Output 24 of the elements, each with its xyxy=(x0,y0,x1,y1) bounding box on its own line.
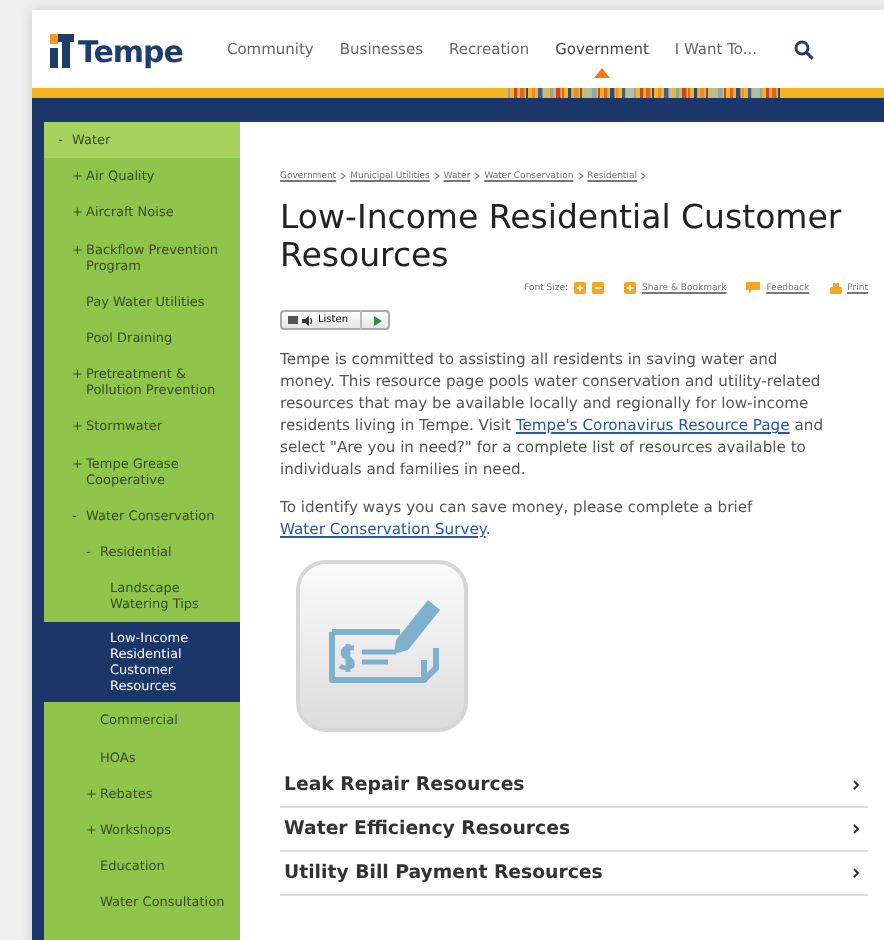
pointer-icon xyxy=(594,68,610,78)
chevron-icon xyxy=(340,172,347,180)
share-icon[interactable] xyxy=(624,282,637,294)
accordion-header[interactable]: Leak Repair Resources xyxy=(280,764,868,808)
chevron-icon xyxy=(577,172,584,180)
printer-icon xyxy=(829,282,842,294)
chevron-icon xyxy=(852,868,860,878)
toggle-icon xyxy=(288,316,298,324)
speech-bubble-icon xyxy=(746,282,761,294)
chevron-icon xyxy=(640,172,647,180)
chevron-icon xyxy=(852,824,860,834)
chevron-icon xyxy=(433,172,440,180)
minus-icon[interactable] xyxy=(592,282,605,294)
play-icon xyxy=(374,315,382,325)
logo-icon xyxy=(48,31,76,67)
chevron-icon xyxy=(852,780,860,790)
speaker-icon xyxy=(302,315,314,325)
search-icon[interactable] xyxy=(793,39,814,59)
accordion-header[interactable]: Water Efficiency Resources xyxy=(280,808,868,852)
logo-text: Tempe xyxy=(78,37,183,67)
page-title: Low-Income Residential Customer Resources xyxy=(280,198,844,274)
plus-icon[interactable] xyxy=(574,282,587,294)
accordion-header[interactable]: Utility Bill Payment Resources xyxy=(280,852,868,896)
chevron-icon xyxy=(474,172,481,180)
